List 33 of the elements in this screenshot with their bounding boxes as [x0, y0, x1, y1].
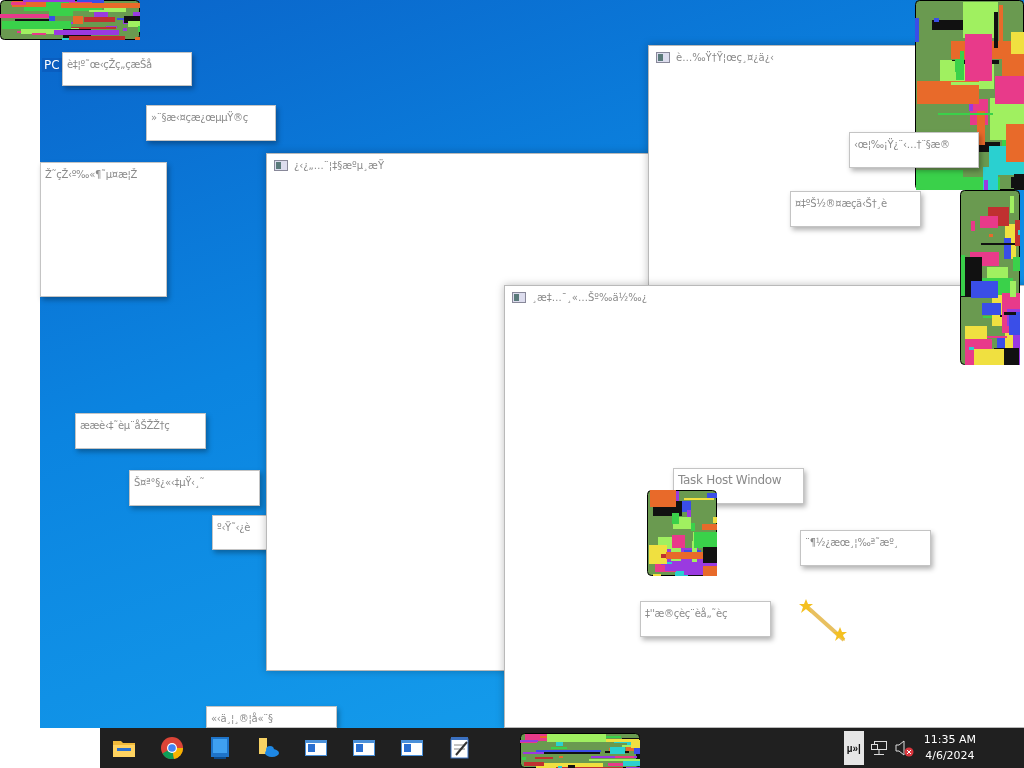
- time-text: 11:35 AM: [923, 732, 976, 748]
- window-title: è…‰Ÿ†Ÿ¦œç¸¤¿ä¿‹: [676, 52, 774, 63]
- notepad-icon: [450, 737, 470, 759]
- popup-text: Task Host Window: [678, 473, 782, 487]
- popup-text: ææè‹‡˜èµ¨åŠŽŽ†ç: [80, 419, 170, 433]
- window-icon: [353, 740, 375, 756]
- tablet-icon: [210, 737, 230, 759]
- popup-text: ¤‡ºŠ½®¤æçä‹Š†¸è: [795, 197, 887, 211]
- window-icon: [274, 160, 288, 171]
- window-title: ¿‹¿„…¨¦‡§æºµ¸æŸ: [294, 160, 384, 171]
- popup-text: Š¤ª°§¿«‹‡µŸ‹¸˜: [134, 476, 205, 490]
- popup-text: è‡¦º˜œ‹çŽç„çæŠå: [67, 58, 152, 72]
- popup-text: ‹œ¦‰¡Ÿ¿¨‹…†¨§æ®: [854, 138, 950, 152]
- folder-icon: [113, 739, 135, 757]
- window-icon: [656, 52, 670, 63]
- speaker-icon[interactable]: [893, 739, 914, 757]
- clock[interactable]: 11:35 AM 4/6/2024: [919, 732, 980, 764]
- browser-icon: [161, 737, 183, 759]
- window-icon: [305, 740, 327, 756]
- popup-text: «‹ä¸¦¸®¦å«¨§: [211, 712, 273, 726]
- popup-text: ‡''æ®çèç¨èå„˜èç: [645, 607, 728, 621]
- popup-text: ¨¶½¿æœ¸¦‰ª˜æº¸: [805, 536, 899, 550]
- input-indicator-button[interactable]: µ»|: [843, 731, 864, 765]
- window-icon: [512, 292, 526, 303]
- date-text: 4/6/2024: [925, 748, 975, 764]
- popup-text: Ž˜çŽ‹º‰«¶˜µ¤æ¦Ž: [45, 168, 138, 182]
- network-icon[interactable]: [869, 740, 888, 756]
- popup-text: º‹Ÿ˜‹¿è: [217, 521, 251, 535]
- cloud-folder-icon: [257, 738, 279, 758]
- popup-text: »¨§æ‹¤çæ¿œµµŸ®ç: [151, 111, 248, 125]
- window-icon: [401, 740, 423, 756]
- window-title: ¸æ‡…¯¸«…Šº‰ä½‰¿: [532, 292, 647, 303]
- desktop-icon-label[interactable]: PC: [42, 58, 62, 72]
